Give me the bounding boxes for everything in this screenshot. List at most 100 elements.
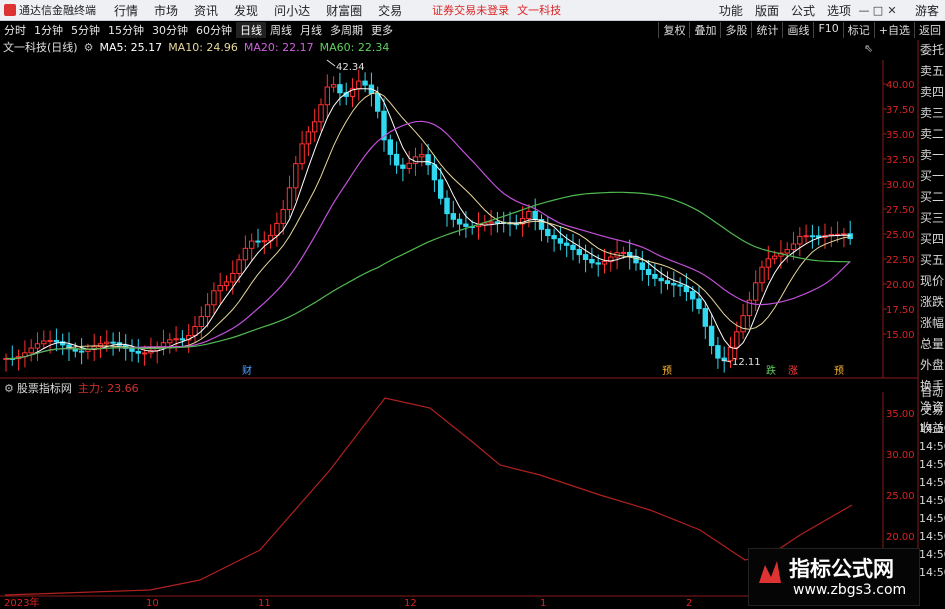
marker-die[interactable]: 跌 — [766, 364, 776, 377]
candlesticks — [3, 69, 853, 373]
settings-gear-icon[interactable]: ⚙ — [84, 41, 94, 54]
marker-zhang[interactable]: 涨 — [788, 365, 798, 377]
period-30min[interactable]: 30分钟 — [148, 22, 192, 38]
quote-item[interactable]: 总量 — [919, 334, 945, 355]
candle-body — [141, 352, 148, 355]
candle-body — [324, 86, 331, 106]
quote-item[interactable]: 涨幅 — [919, 313, 945, 334]
stats-button[interactable]: 统计 — [751, 21, 782, 38]
quote-item[interactable]: 买二 — [919, 187, 945, 208]
expand-icon[interactable]: ⇖ — [864, 42, 873, 55]
quote-item[interactable]: 卖四 — [919, 82, 945, 103]
menu-shichang[interactable]: 市场 — [146, 2, 186, 19]
minimize-button[interactable]: — — [857, 4, 871, 17]
marker-yu-2[interactable]: 预 — [834, 365, 844, 377]
candle-body — [53, 339, 60, 343]
watermark-logo-icon — [759, 561, 781, 583]
close-button[interactable]: ✕ — [885, 4, 899, 17]
candle-body — [129, 347, 135, 352]
draw-line-button[interactable]: 画线 — [782, 21, 813, 38]
quote-item[interactable]: 买一 — [919, 166, 945, 187]
candle-body — [286, 187, 293, 211]
period-60min[interactable]: 60分钟 — [192, 22, 236, 38]
candle-body — [293, 163, 299, 189]
menu-gongshi[interactable]: 公式 — [785, 2, 821, 19]
candle-body — [349, 88, 356, 97]
period-15min[interactable]: 15分钟 — [104, 22, 148, 38]
menu-wenxiaoda[interactable]: 问小达 — [266, 2, 318, 19]
candle-body — [104, 341, 110, 345]
add-watchlist-button[interactable]: +自选 — [873, 21, 914, 38]
period-multi[interactable]: 多周期 — [326, 22, 367, 38]
menu-zixun[interactable]: 资讯 — [186, 2, 226, 19]
candle-body — [9, 357, 16, 360]
candle-body — [154, 346, 160, 352]
maximize-button[interactable]: □ — [871, 4, 885, 17]
menu-xuanxiang[interactable]: 选项 — [821, 2, 857, 19]
price-tick-label: 25.00 — [886, 230, 915, 241]
mark-button[interactable]: 标记 — [842, 21, 874, 38]
period-daily[interactable]: 日线 — [236, 21, 266, 38]
period-fenshi[interactable]: 分时 — [0, 22, 30, 38]
date-label-12: 12 — [404, 598, 417, 609]
marker-yu-1[interactable]: 预 — [662, 365, 672, 377]
login-status[interactable]: 证券交易未登录 — [432, 2, 509, 18]
period-weekly[interactable]: 周线 — [266, 22, 296, 38]
guest-user[interactable]: 游客 — [909, 2, 945, 19]
overlay-button[interactable]: 叠加 — [689, 21, 720, 38]
candle-body — [608, 256, 614, 262]
ma20-line — [5, 120, 851, 360]
candle-body — [47, 339, 53, 342]
candle-body — [249, 240, 255, 249]
candle-body — [526, 210, 532, 220]
menu-gongneng[interactable]: 功能 — [713, 2, 749, 19]
trade-item[interactable]: 自动 — [919, 384, 945, 402]
quote-item[interactable]: 买三 — [919, 208, 945, 229]
candle-body — [519, 218, 526, 225]
quote-item[interactable]: 买四 — [919, 229, 945, 250]
menu-jiaoyi[interactable]: 交易 — [370, 2, 410, 19]
candle-body — [545, 228, 551, 237]
candle-body — [753, 282, 759, 301]
period-1min[interactable]: 1分钟 — [30, 22, 67, 38]
period-monthly[interactable]: 月线 — [296, 22, 326, 38]
quote-item[interactable]: 现价 — [919, 271, 945, 292]
candle-body — [381, 110, 387, 141]
quote-item[interactable]: 外盘 — [919, 355, 945, 376]
quote-item[interactable]: 委托 — [919, 40, 945, 61]
back-button[interactable]: 返回 — [914, 21, 945, 38]
menu-hangqing[interactable]: 行情 — [106, 2, 146, 19]
candle-body — [790, 243, 797, 251]
menu-caifuquan[interactable]: 财富圈 — [318, 2, 370, 19]
quote-item[interactable]: 买五 — [919, 250, 945, 271]
candle-body — [501, 221, 507, 224]
quote-item[interactable]: 卖二 — [919, 124, 945, 145]
candle-body — [469, 225, 475, 228]
restore-rights-button[interactable]: 复权 — [658, 21, 689, 38]
indicator-name: 股票指标网 — [16, 382, 72, 395]
indicator-gear-icon[interactable]: ⚙ — [4, 382, 14, 395]
quote-item[interactable]: 卖一 — [919, 145, 945, 166]
candle-body — [362, 80, 368, 86]
candle-body — [488, 221, 494, 224]
period-5min[interactable]: 5分钟 — [67, 22, 104, 38]
ma20-value: MA20: 22.17 — [243, 40, 314, 54]
menu-faxian[interactable]: 发现 — [226, 2, 266, 19]
candle-body — [123, 344, 129, 349]
period-toolbar: 分时 1分钟 5分钟 15分钟 30分钟 60分钟 日线 周线 月线 多周期 更… — [0, 21, 945, 38]
menu-banmian[interactable]: 版面 — [749, 2, 785, 19]
price-tick-label: 15.00 — [886, 330, 915, 341]
quote-item[interactable]: 卖五 — [919, 61, 945, 82]
candle-body — [456, 218, 463, 225]
multi-stock-button[interactable]: 多股 — [720, 21, 751, 38]
trade-item[interactable]: 交易 — [919, 402, 945, 420]
candle-body — [387, 139, 394, 155]
f10-button[interactable]: F10 — [813, 21, 842, 38]
marker-cai[interactable]: 财 — [242, 364, 252, 377]
quote-item[interactable]: 卖三 — [919, 103, 945, 124]
quote-item[interactable]: 涨跌 — [919, 292, 945, 313]
trade-side-panel: 自动交易 14:50 14:50 14:50 14:50 14:50 14:50 14:50 1… — [919, 384, 945, 582]
candle-body — [614, 252, 620, 258]
candle-body — [494, 221, 501, 224]
period-more[interactable]: 更多 — [367, 22, 397, 38]
